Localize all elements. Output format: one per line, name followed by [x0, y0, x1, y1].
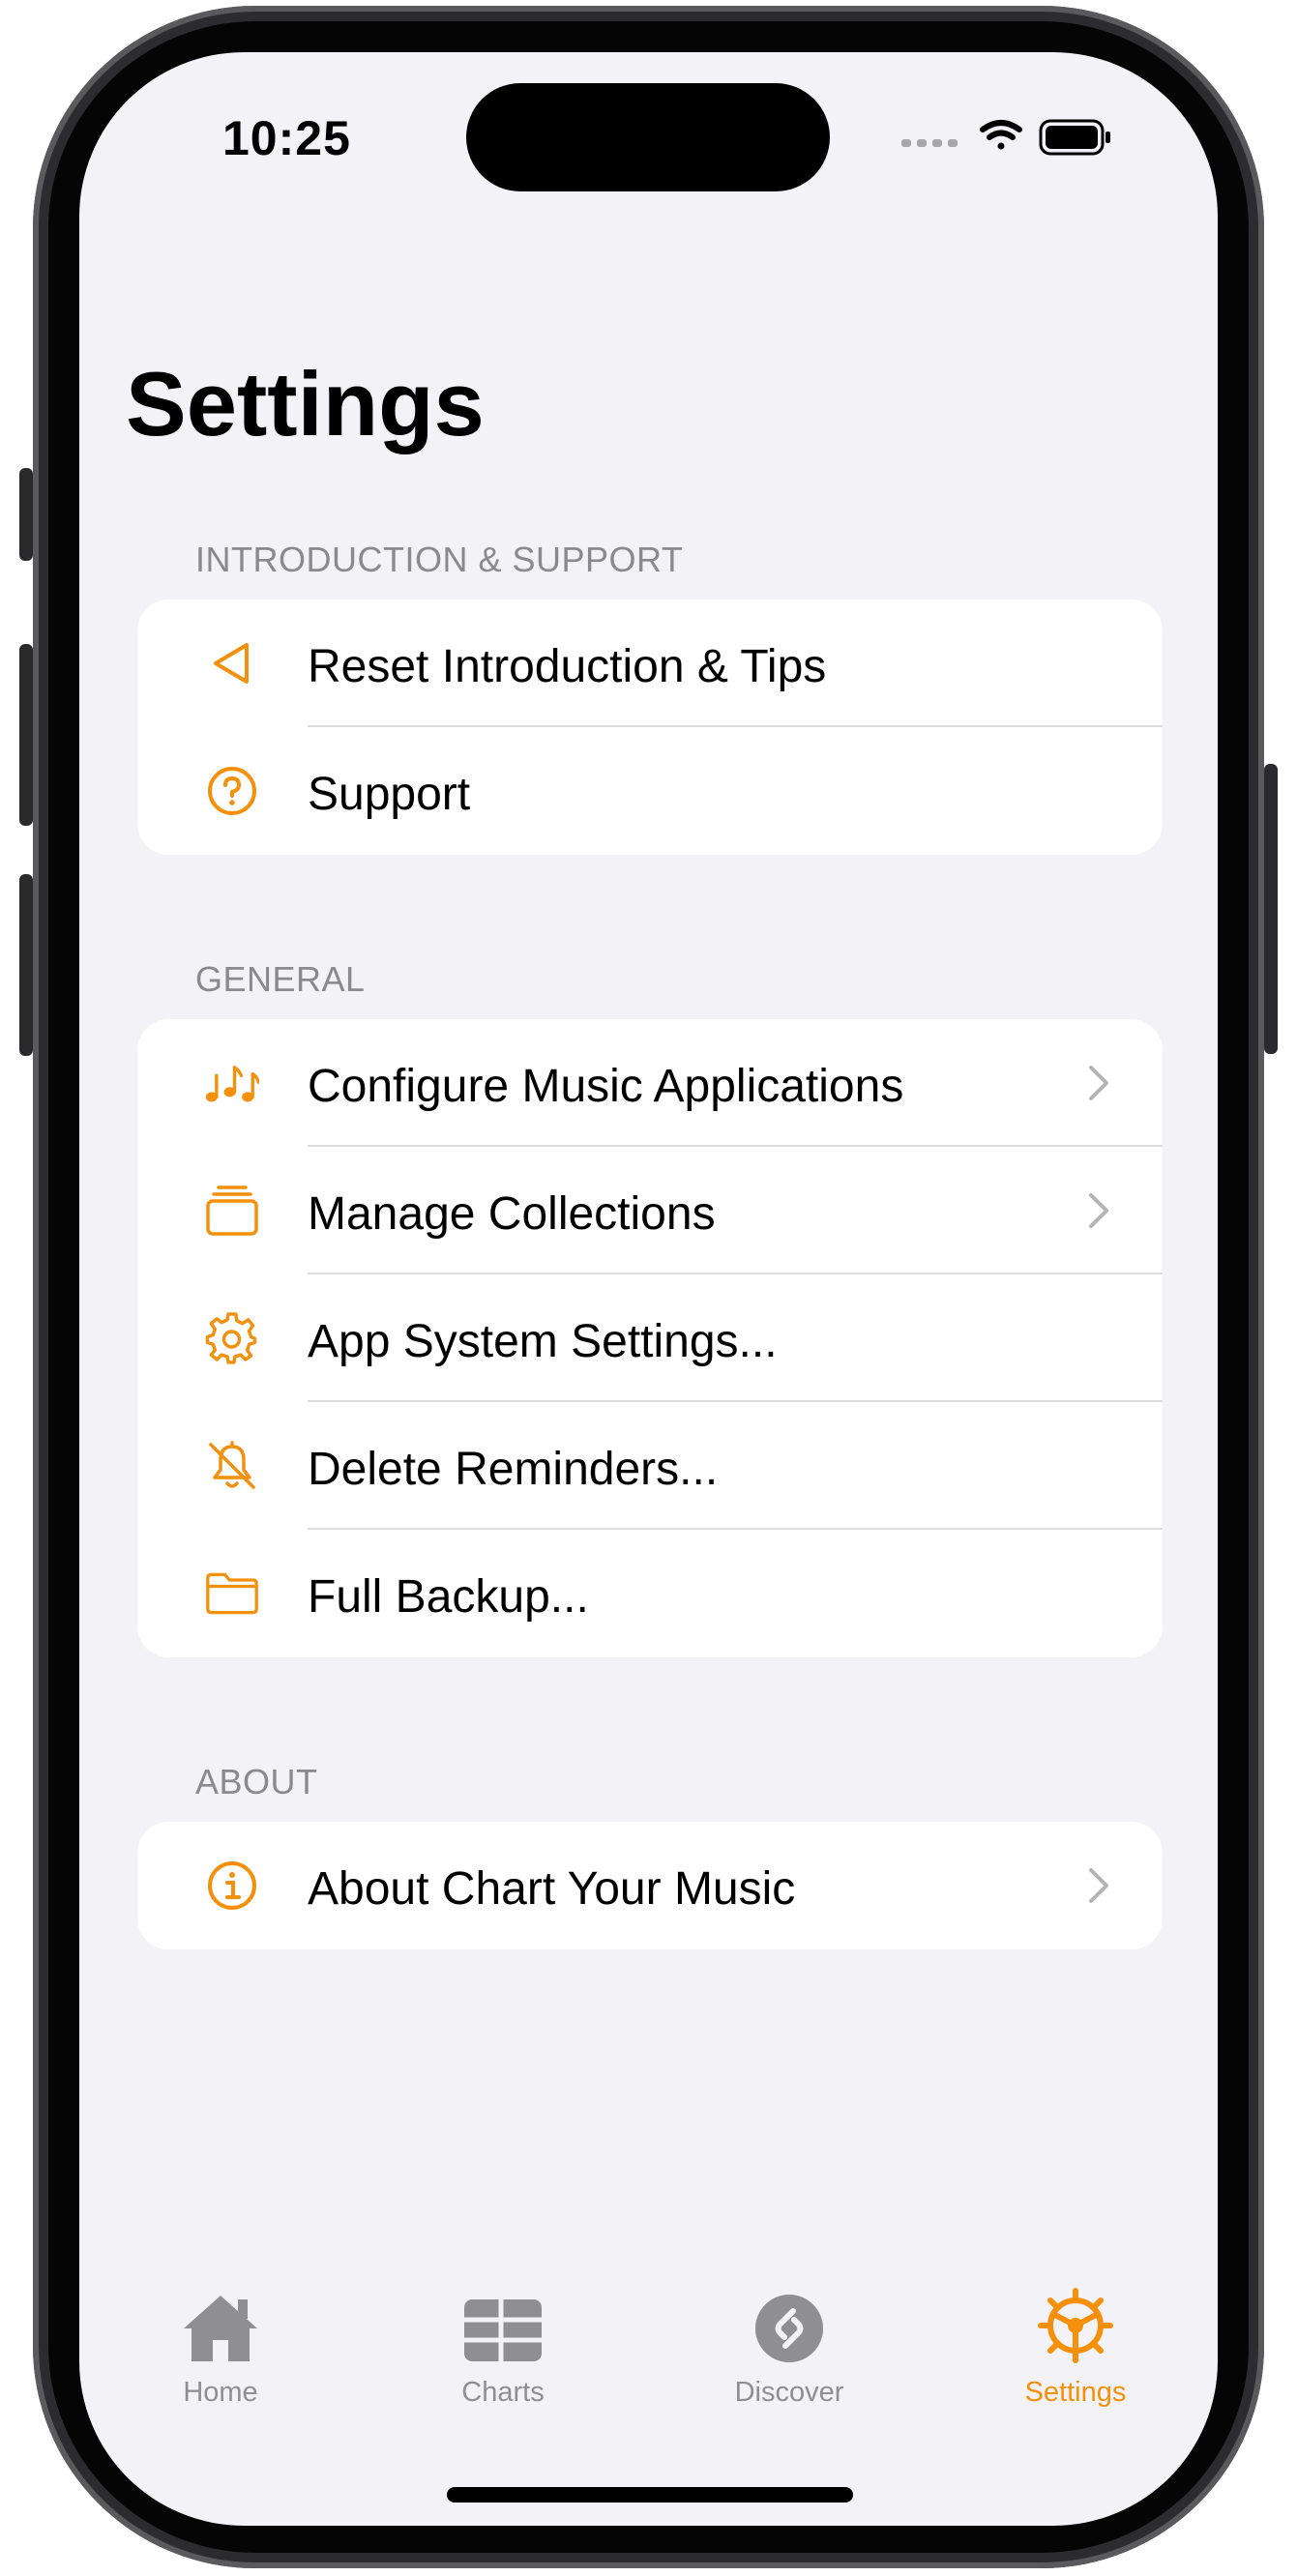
tab-discover[interactable]: Discover: [702, 2286, 876, 2409]
reset-introduction-row[interactable]: Reset Introduction & Tips: [137, 600, 1163, 727]
folder-icon: [205, 1566, 259, 1621]
group-general: Configure Music Applications Manage Coll…: [137, 1019, 1163, 1657]
section-header-introduction: INTRODUCTION & SUPPORT: [195, 540, 684, 579]
tab-settings[interactable]: Settings: [988, 2286, 1163, 2409]
manage-collections-row[interactable]: Manage Collections: [137, 1147, 1163, 1274]
delete-reminders-row[interactable]: Delete Reminders...: [137, 1402, 1163, 1530]
status-icons: [901, 119, 1110, 156]
action-button: [19, 468, 33, 561]
volume-up-button: [19, 644, 33, 826]
group-introduction-support: Reset Introduction & Tips Support: [137, 600, 1163, 855]
app-system-settings-row[interactable]: App System Settings...: [137, 1274, 1163, 1402]
chevron-right-icon: [1089, 1066, 1108, 1100]
battery-icon: [1039, 119, 1110, 156]
shazam-icon: [702, 2286, 876, 2363]
status-bar: 10:25: [79, 52, 1218, 217]
wifi-icon: [980, 120, 1022, 150]
tab-home[interactable]: Home: [133, 2286, 308, 2409]
chevron-right-icon: [1089, 1868, 1108, 1903]
collections-stack-icon: [205, 1184, 259, 1238]
full-backup-label: Full Backup...: [308, 1571, 589, 1623]
tab-charts-label: Charts: [461, 2377, 545, 2408]
full-backup-row[interactable]: Full Backup...: [137, 1530, 1163, 1657]
about-label: About Chart Your Music: [308, 1863, 796, 1915]
tab-charts[interactable]: Charts: [416, 2286, 590, 2409]
section-header-general: GENERAL: [195, 959, 366, 999]
group-about: About Chart Your Music: [137, 1822, 1163, 1949]
tab-bar: Home Charts Discover Settings: [79, 2286, 1218, 2479]
configure-music-apps-row[interactable]: Configure Music Applications: [137, 1019, 1163, 1147]
reset-introduction-label: Reset Introduction & Tips: [308, 641, 827, 692]
tab-settings-label: Settings: [1024, 2377, 1127, 2408]
gear-icon: [205, 1311, 259, 1365]
manage-collections-label: Manage Collections: [308, 1188, 716, 1240]
dynamic-island: [466, 83, 830, 191]
about-row[interactable]: About Chart Your Music: [137, 1822, 1163, 1949]
chevron-right-icon: [1089, 1193, 1108, 1228]
reset-triangle-icon: [205, 636, 259, 690]
tab-home-label: Home: [183, 2377, 258, 2408]
signal-dots-icon: [901, 139, 958, 147]
support-row[interactable]: Support: [137, 727, 1163, 855]
info-circle-icon: [205, 1859, 259, 1913]
section-header-about: ABOUT: [195, 1762, 318, 1801]
page-title: Settings: [126, 353, 485, 454]
settings-wheel-icon: [988, 2286, 1163, 2363]
bell-slash-icon: [205, 1439, 259, 1493]
delete-reminders-label: Delete Reminders...: [308, 1444, 719, 1495]
question-circle-icon: [205, 764, 259, 818]
screen: 10:25 Settings INTRODUCTION & SUPPORT Re…: [79, 52, 1218, 2526]
music-notes-icon: [205, 1056, 259, 1110]
volume-down-button: [19, 874, 33, 1056]
home-indicator: [447, 2487, 853, 2503]
configure-music-apps-label: Configure Music Applications: [308, 1061, 904, 1112]
app-system-settings-label: App System Settings...: [308, 1316, 778, 1367]
grid-icon: [416, 2286, 590, 2363]
house-icon: [133, 2286, 308, 2363]
tab-discover-label: Discover: [734, 2377, 844, 2408]
support-label: Support: [308, 769, 471, 820]
status-time: 10:25: [222, 111, 351, 165]
power-button: [1264, 764, 1278, 1054]
